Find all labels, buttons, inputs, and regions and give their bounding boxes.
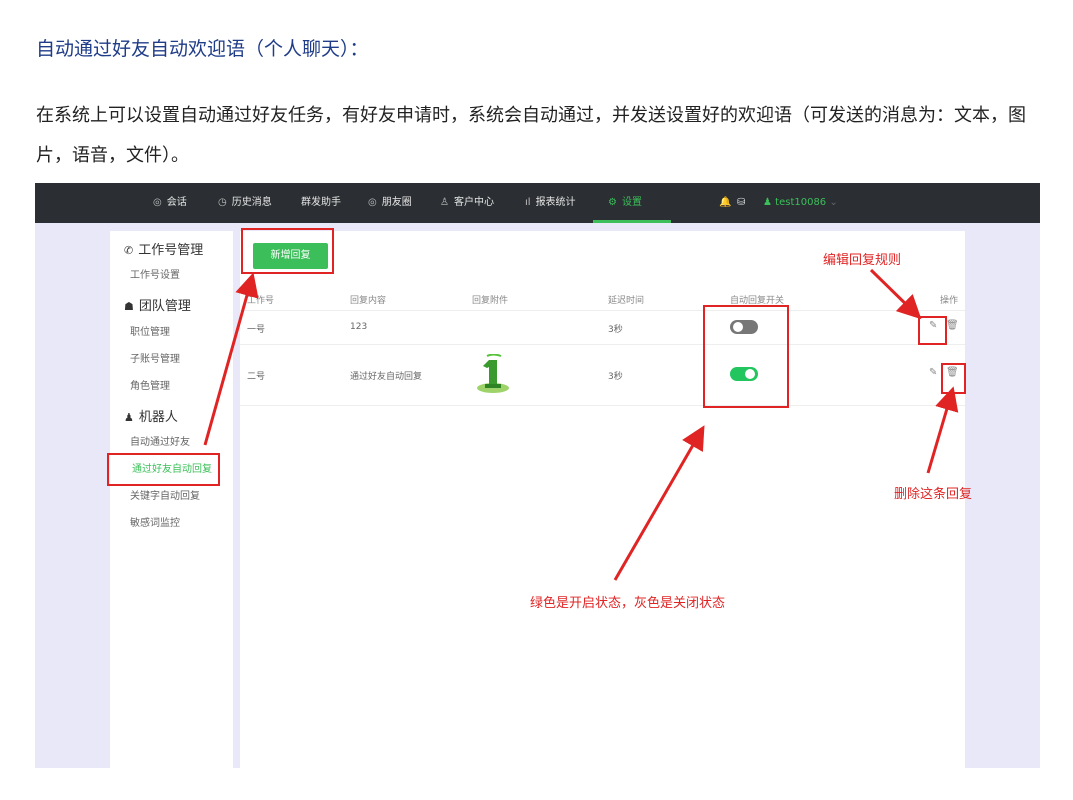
annotation-edit: 编辑回复规则 (823, 253, 902, 268)
doc-title: 自动通过好友自动欢迎语（个人聊天）： (36, 34, 369, 61)
annotation-arrows (203, 268, 959, 581)
doc-title-paren: （个人聊天）： (245, 38, 369, 60)
doc-title-main: 自动通过好友自动欢迎语 (36, 38, 246, 60)
annotation-delete: 删除这条回复 (894, 487, 973, 502)
annotation-toggle: 绿色是开启状态，灰色是关闭状态 (530, 596, 726, 611)
doc-body: 在系统上可以设置自动通过好友任务，有好友申请时，系统会自动通过，并发送设置好的欢… (36, 105, 1026, 166)
app-screenshot: ◎ 会话 ◷ 历史消息 群发助手 ◎ 朋友圈 ♙ 客户中心 ıl 报表统计 ⚙ 设置 🔔 ⛁… (35, 183, 1040, 768)
